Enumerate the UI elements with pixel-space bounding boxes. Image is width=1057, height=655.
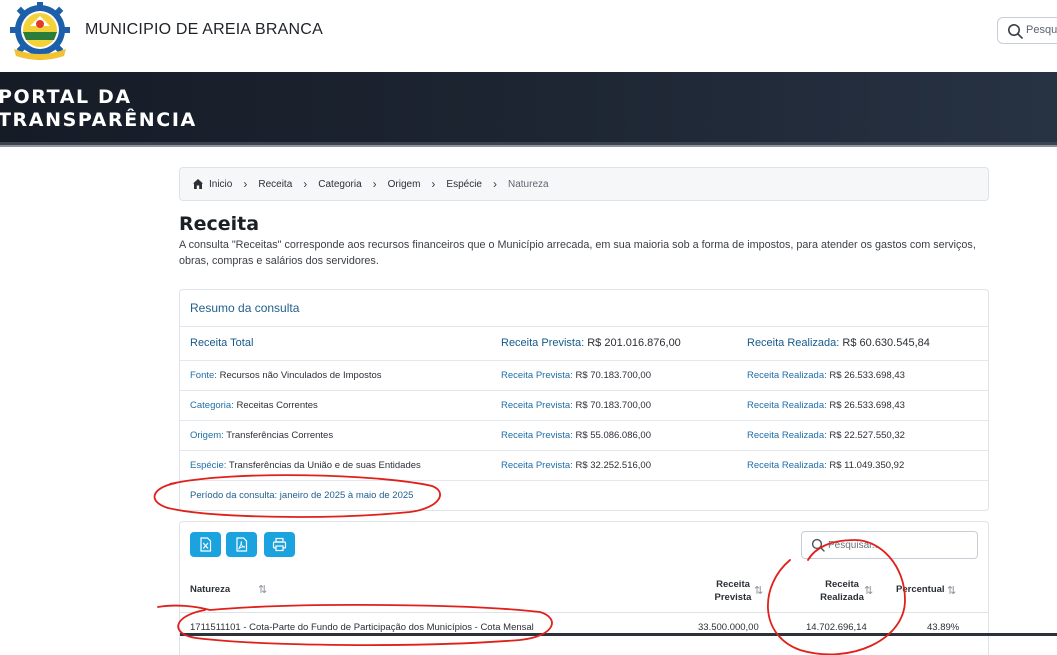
breadcrumb-receita[interactable]: Receita bbox=[258, 179, 292, 190]
breadcrumb-natureza: Natureza bbox=[508, 178, 549, 190]
banner-title-line2: TRANSPARÊNCIA bbox=[0, 109, 197, 131]
chevron-right-icon: › bbox=[431, 177, 436, 191]
banner-title-line1: PORTAL DA bbox=[0, 86, 132, 108]
summary-row-categoria: Categoria: Receitas Correntes Receita Pr… bbox=[180, 390, 988, 420]
table-cell-realizada: 14.702.696,14 bbox=[806, 622, 867, 633]
summary-row-origem: Origem: Transferências Correntes Receita… bbox=[180, 420, 988, 450]
banner-title: PORTAL DA TRANSPARÊNCIA bbox=[0, 86, 197, 132]
excel-icon bbox=[200, 537, 212, 552]
print-icon bbox=[272, 537, 287, 552]
summary-card: Resumo da consulta Receita Total Receita… bbox=[179, 289, 989, 511]
breadcrumb: Inicio › Receita › Categoria › Origem › … bbox=[179, 167, 989, 201]
page-description: A consulta "Receitas" corresponde aos re… bbox=[179, 239, 976, 267]
sort-icon[interactable]: ⇅ bbox=[947, 584, 956, 597]
table-cell-natureza[interactable]: 1711511101 - Cota-Parte do Fundo de Part… bbox=[190, 622, 534, 633]
summary-origem-realizada: Receita Realizada: R$ 22.527.550,32 bbox=[747, 430, 905, 441]
summary-categoria: Categoria: Receitas Correntes bbox=[190, 400, 318, 411]
pdf-icon bbox=[236, 537, 248, 552]
sort-icon[interactable]: ⇅ bbox=[864, 584, 873, 597]
table-search-input[interactable]: Pesquisar... bbox=[801, 531, 978, 559]
table-cell-prevista: 33.500.000,00 bbox=[698, 622, 759, 633]
export-excel-button[interactable] bbox=[190, 532, 221, 557]
breadcrumb-inicio[interactable]: Inicio bbox=[209, 179, 232, 190]
column-header-receita-prevista[interactable]: Receita Prevista bbox=[705, 578, 761, 604]
summary-divider bbox=[180, 480, 988, 481]
summary-fonte-prevista: Receita Prevista: R$ 70.183.700,00 bbox=[501, 370, 651, 381]
municipal-logo-icon[interactable] bbox=[8, 2, 72, 62]
sort-icon[interactable]: ⇅ bbox=[754, 584, 763, 597]
summary-especie-prevista: Receita Prevista: R$ 32.252.516,00 bbox=[501, 460, 651, 471]
column-header-receita-realizada[interactable]: Receita Realizada bbox=[812, 578, 872, 604]
summary-row-fonte: Fonte: Recursos não Vinculados de Impost… bbox=[180, 360, 988, 390]
top-search-placeholder: Pesquisar bbox=[1026, 24, 1057, 36]
summary-fonte-realizada: Receita Realizada: R$ 26.533.698,43 bbox=[747, 370, 905, 381]
column-header-natureza[interactable]: Natureza ⇅ bbox=[190, 584, 267, 596]
chevron-right-icon: › bbox=[493, 177, 497, 191]
table-cell-percentual: 43.89% bbox=[927, 622, 960, 633]
table-header-divider bbox=[180, 612, 988, 613]
breadcrumb-origem[interactable]: Origem bbox=[388, 179, 421, 190]
summary-row-especie: Espécie: Transferências da União e de su… bbox=[180, 450, 988, 480]
top-search-box[interactable]: Pesquisar bbox=[997, 17, 1057, 44]
search-icon bbox=[1008, 24, 1023, 39]
summary-fonte: Fonte: Recursos não Vinculados de Impost… bbox=[190, 370, 382, 381]
export-pdf-button[interactable] bbox=[226, 532, 257, 557]
search-icon bbox=[811, 538, 825, 552]
summary-total-label: Receita Total bbox=[190, 337, 254, 349]
summary-total-realizada: Receita Realizada: R$ 60.630.545,84 bbox=[747, 337, 930, 349]
sort-icon[interactable]: ⇅ bbox=[258, 583, 267, 596]
chevron-right-icon: › bbox=[243, 177, 248, 191]
chevron-right-icon: › bbox=[303, 177, 308, 191]
periodo-consulta: Período da consulta: janeiro de 2025 à m… bbox=[190, 490, 414, 501]
breadcrumb-especie[interactable]: Espécie bbox=[446, 179, 482, 190]
summary-origem-prevista: Receita Prevista: R$ 55.086.086,00 bbox=[501, 430, 651, 441]
table-search-placeholder: Pesquisar... bbox=[828, 540, 881, 551]
portal-banner: PORTAL DA TRANSPARÊNCIA bbox=[0, 72, 1057, 142]
home-icon[interactable] bbox=[192, 178, 204, 190]
summary-categoria-realizada: Receita Realizada: R$ 26.533.698,43 bbox=[747, 400, 905, 411]
summary-row-total: Receita Total Receita Prevista: R$ 201.0… bbox=[180, 326, 988, 360]
summary-especie-realizada: Receita Realizada: R$ 11.049.350,92 bbox=[747, 460, 905, 471]
summary-origem: Origem: Transferências Correntes bbox=[190, 430, 334, 441]
banner-divider-light bbox=[0, 145, 1057, 147]
breadcrumb-categoria[interactable]: Categoria bbox=[318, 179, 361, 190]
site-name[interactable]: MUNICIPIO DE AREIA BRANCA bbox=[85, 21, 323, 39]
summary-title: Resumo da consulta bbox=[190, 301, 300, 315]
page-title: Receita bbox=[179, 213, 260, 235]
column-header-percentual[interactable]: Percentual bbox=[896, 584, 945, 595]
top-header: MUNICIPIO DE AREIA BRANCA Pesquisar bbox=[0, 0, 1057, 72]
horizontal-scrollbar[interactable] bbox=[180, 633, 1057, 636]
summary-especie: Espécie: Transferências da União e de su… bbox=[190, 460, 421, 471]
summary-categoria-prevista: Receita Prevista: R$ 70.183.700,00 bbox=[501, 400, 651, 411]
chevron-right-icon: › bbox=[372, 177, 377, 191]
summary-total-prevista: Receita Prevista: R$ 201.016.876,00 bbox=[501, 337, 681, 349]
print-button[interactable] bbox=[264, 532, 295, 557]
